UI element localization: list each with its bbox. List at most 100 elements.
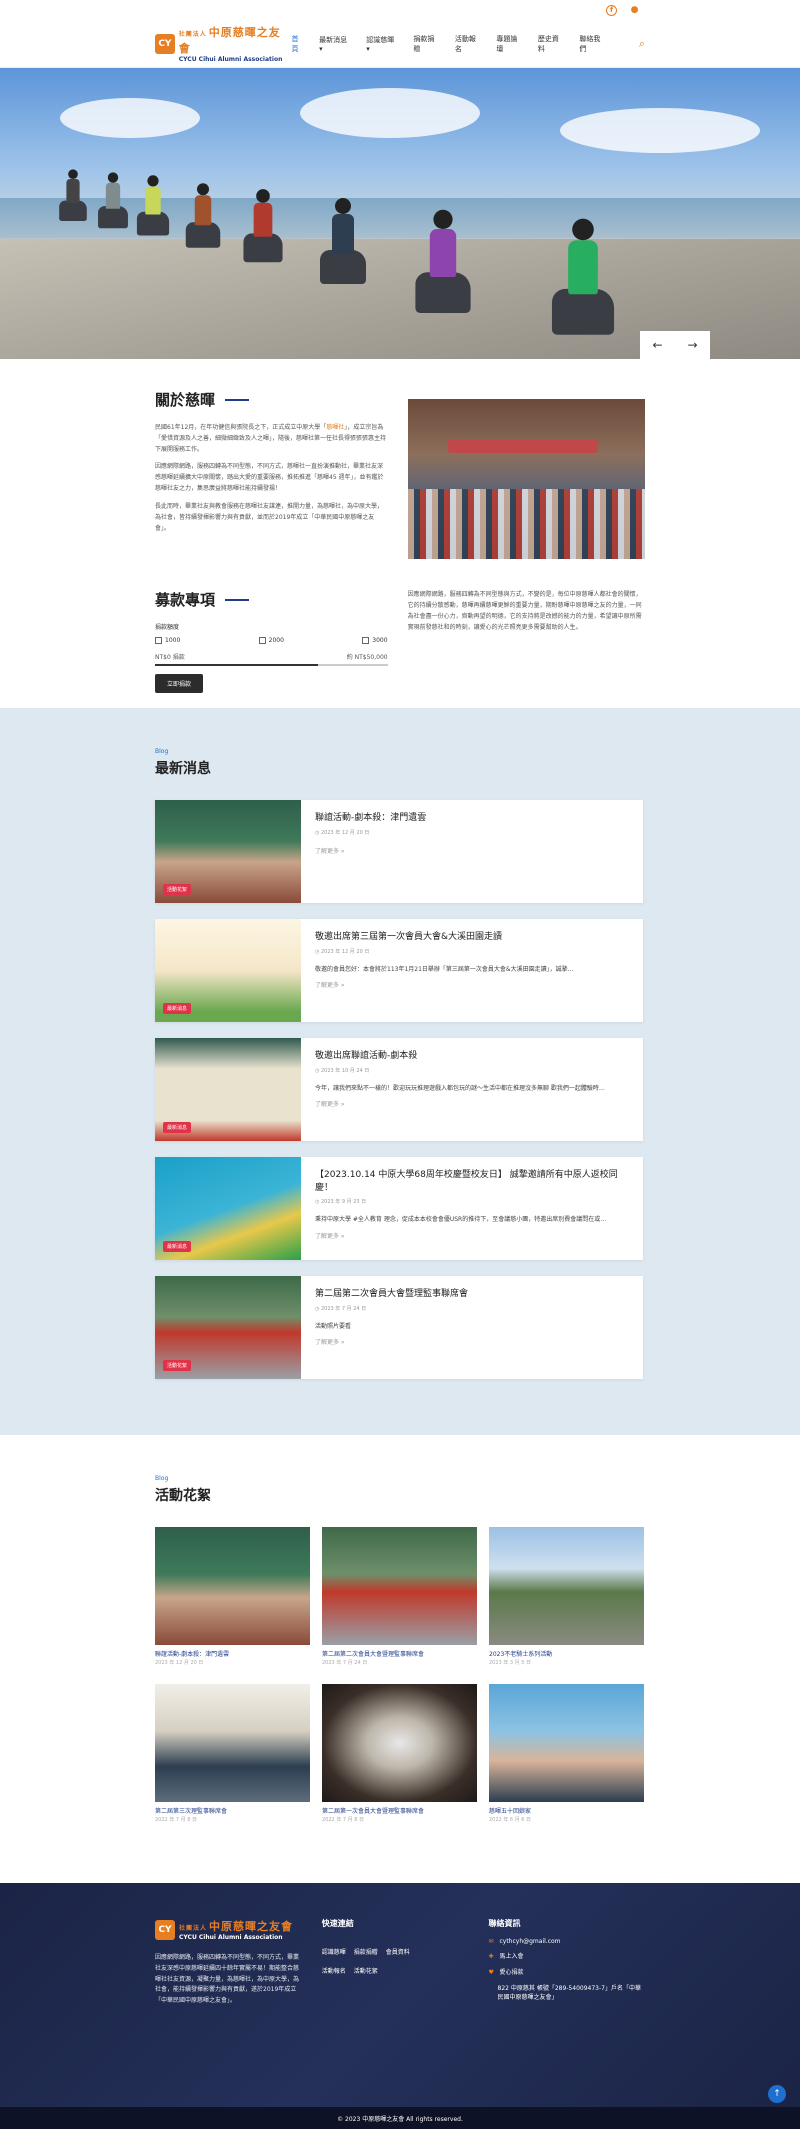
- gallery-item[interactable]: 2023不老騎士系列活動 2023 年 3 月 5 日: [489, 1527, 644, 1666]
- checkbox[interactable]: [155, 637, 162, 644]
- amount-options: 1000 2000 3000: [155, 637, 388, 644]
- amount-option-1000[interactable]: 1000: [155, 637, 180, 644]
- news-thumbnail[interactable]: 最新消息: [155, 1157, 301, 1260]
- news-card[interactable]: 最新消息 敬邀出席聯誼活動-劇本殺 ◷ 2023 年 10 月 24 日 今年，…: [155, 1038, 643, 1141]
- news-thumbnail[interactable]: 最新消息: [155, 1038, 301, 1141]
- footer-link-about[interactable]: 認識慈暉: [322, 1947, 346, 1956]
- gallery-image[interactable]: [489, 1684, 644, 1802]
- gallery-date: 2023 年 12 月 20 日: [155, 1660, 204, 1666]
- heart-icon: ♥: [488, 1968, 494, 1976]
- footer-link-members[interactable]: 會員資料: [386, 1947, 410, 1956]
- news-thumbnail[interactable]: 最新消息: [155, 919, 301, 1022]
- donate-description: 因應網際網路，服務四轉為不同型態與方式，不變的是，每位中原慈暉人都社會的關懷，它…: [407, 591, 642, 632]
- hero-rider: [551, 213, 615, 335]
- news-card-title[interactable]: 敬邀出席第三屆第一次會員大會&大溪田園走讀: [315, 931, 629, 944]
- gallery-caption[interactable]: 2023不老騎士系列活動: [489, 1649, 644, 1658]
- news-card[interactable]: 最新消息 【2023.10.14 中原大學68周年校慶暨校友日】 誠摯邀請所有中…: [155, 1157, 643, 1260]
- amount-option-3000[interactable]: 3000: [362, 637, 388, 644]
- news-card-title[interactable]: 【2023.10.14 中原大學68周年校慶暨校友日】 誠摯邀請所有中原人返校同…: [315, 1169, 629, 1194]
- footer-link-events[interactable]: 活動報名: [322, 1966, 346, 1975]
- read-more-link[interactable]: 了解更多 »: [315, 980, 629, 989]
- contact-donate[interactable]: ♥ 愛心捐款: [488, 1968, 645, 1978]
- news-card-date: ◷ 2023 年 12 月 20 日: [315, 948, 370, 955]
- nav-news[interactable]: 最新消息 ▾: [319, 35, 352, 53]
- gallery-item[interactable]: 慈暉五十回娘家 2022 年 6 月 6 日: [489, 1684, 644, 1823]
- news-card[interactable]: 活動花絮 第二屆第二次會員大會暨理監事聯席會 ◷ 2023 年 7 月 24 日…: [155, 1276, 643, 1379]
- news-card-title[interactable]: 第二屆第二次會員大會暨理監事聯席會: [315, 1288, 629, 1301]
- news-card-date: ◷ 2023 年 7 月 24 日: [315, 1305, 367, 1312]
- news-card-excerpt: 敬邀的會員您好：本會將於113年1月21日舉辦「第三屆第一次會員大會&大溪田園走…: [315, 965, 574, 973]
- user-icon[interactable]: ●: [629, 5, 640, 16]
- news-card-title[interactable]: 敬邀出席聯誼活動-劇本殺: [315, 1050, 629, 1063]
- read-more-link[interactable]: 了解更多 »: [315, 1099, 629, 1108]
- checkbox[interactable]: [258, 637, 266, 644]
- donate-progress: [155, 664, 388, 666]
- category-tag[interactable]: 最新消息: [163, 1241, 192, 1252]
- mail-icon: ✉: [488, 1937, 494, 1945]
- hero-rider: [185, 180, 221, 248]
- nav-events[interactable]: 活動報名: [455, 34, 482, 54]
- news-card[interactable]: 最新消息 敬邀出席第三屆第一次會員大會&大溪田園走讀 ◷ 2023 年 12 月…: [155, 919, 643, 1022]
- title-underline: [225, 598, 250, 601]
- quick-links: 認識慈暉 捐款捐贈 會員資料 活動報名 活動花絮: [322, 1947, 469, 1975]
- donate-now-button[interactable]: 立即捐款: [155, 674, 204, 693]
- category-tag[interactable]: 最新消息: [163, 1122, 192, 1133]
- nav-about[interactable]: 認識慈暉 ▾: [366, 35, 399, 53]
- site-logo[interactable]: CY 社團法人 中原慈暉之友會 CYCU Cihui Alumni Associa…: [155, 24, 291, 63]
- donate-max: 約 NT$50,000: [346, 654, 388, 661]
- nav-donate[interactable]: 捐款捐贈: [413, 34, 440, 54]
- slider-next-icon[interactable]: →: [675, 331, 710, 359]
- news-thumbnail[interactable]: 活動花絮: [155, 1276, 301, 1379]
- gallery-image[interactable]: [155, 1527, 310, 1645]
- footer-link-donate[interactable]: 捐款捐贈: [354, 1947, 378, 1956]
- gallery-image[interactable]: [322, 1527, 477, 1645]
- nav-home[interactable]: 首頁: [291, 34, 305, 54]
- gallery-date: 2023 年 3 月 5 日: [489, 1660, 532, 1666]
- hero-rider: [243, 186, 283, 263]
- gallery-caption[interactable]: 聯誼活動-劇本殺：津門遺雲: [155, 1649, 310, 1658]
- news-card[interactable]: 活動花絮 聯誼活動-劇本殺：津門遺雲 ◷ 2023 年 12 月 20 日 了解…: [155, 800, 643, 903]
- read-more-link[interactable]: 了解更多 »: [315, 1231, 629, 1240]
- gallery-item[interactable]: 第二屆第三次理監事聯席會 2022 年 7 月 8 日: [155, 1684, 310, 1823]
- hero-rider: [320, 194, 366, 284]
- gallery-image[interactable]: [489, 1527, 644, 1645]
- nav-forum[interactable]: 專題論壇: [496, 34, 523, 54]
- gallery-image[interactable]: [155, 1684, 310, 1802]
- contact-email[interactable]: ✉ cythcyh@gmail.com: [488, 1937, 645, 1947]
- category-tag[interactable]: 最新消息: [163, 1003, 192, 1014]
- facebook-icon[interactable]: f: [606, 4, 617, 16]
- footer-logo[interactable]: CY 社團法人 中原慈暉之友會 CYCU Cihui Alumni Associa…: [155, 1918, 302, 1941]
- slider-prev-icon[interactable]: ←: [640, 331, 675, 359]
- news-card-title[interactable]: 聯誼活動-劇本殺：津門遺雲: [315, 812, 629, 825]
- nav-contact[interactable]: 聯絡我們: [579, 34, 606, 54]
- nav-history[interactable]: 歷史資料: [538, 34, 565, 54]
- gallery-caption[interactable]: 第二屆第一次會員大會暨理監事聯席會: [322, 1806, 477, 1815]
- category-tag[interactable]: 活動花絮: [163, 1360, 192, 1371]
- logo-name-en: CYCU Cihui Alumni Association: [178, 56, 283, 63]
- checkbox[interactable]: [362, 637, 370, 644]
- gallery-item[interactable]: 聯誼活動-劇本殺：津門遺雲 2023 年 12 月 20 日: [155, 1527, 310, 1666]
- gallery-item[interactable]: 第二屆第二次會員大會暨理監事聯席會 2023 年 7 月 24 日: [322, 1527, 477, 1666]
- contact-join[interactable]: ✚ 馬上入會: [488, 1952, 645, 1962]
- gallery-caption[interactable]: 第二屆第三次理監事聯席會: [155, 1806, 310, 1815]
- hero-rider: [98, 170, 128, 229]
- read-more-link[interactable]: 了解更多 »: [315, 846, 629, 855]
- news-thumbnail[interactable]: 活動花絮: [155, 800, 301, 903]
- news-card-excerpt: 秉持中原大學 #全人教育 理念，促成本本校會會優USR的推待下，至會議慈小團，特…: [315, 1216, 607, 1224]
- hero-cloud: [560, 108, 760, 153]
- amount-option-2000[interactable]: 2000: [258, 637, 284, 644]
- about-paragraph: 因應網際網路，服務四轉為不同型態，不同方式，慈暉社一直扮演推動社，畢業社友深感慈…: [155, 463, 384, 493]
- search-icon[interactable]: ⌕: [639, 37, 645, 51]
- gallery-image[interactable]: [322, 1684, 477, 1802]
- gallery-date: 2022 年 7 月 8 日: [322, 1817, 365, 1823]
- gallery-item[interactable]: 第二屆第一次會員大會暨理監事聯席會 2022 年 7 月 8 日: [322, 1684, 477, 1823]
- read-more-link[interactable]: 了解更多 »: [315, 1337, 629, 1346]
- gallery-caption[interactable]: 慈暉五十回娘家: [489, 1806, 644, 1815]
- logo-prefix: 社團法人: [178, 31, 207, 38]
- back-to-top-icon[interactable]: ↑: [768, 2085, 786, 2103]
- donate-title: 募款專項: [155, 589, 388, 610]
- footer-link-gallery[interactable]: 活動花絮: [354, 1966, 378, 1975]
- gallery-caption[interactable]: 第二屆第二次會員大會暨理監事聯席會: [322, 1649, 477, 1658]
- category-tag[interactable]: 活動花絮: [163, 884, 192, 895]
- hero-cloud: [300, 88, 480, 138]
